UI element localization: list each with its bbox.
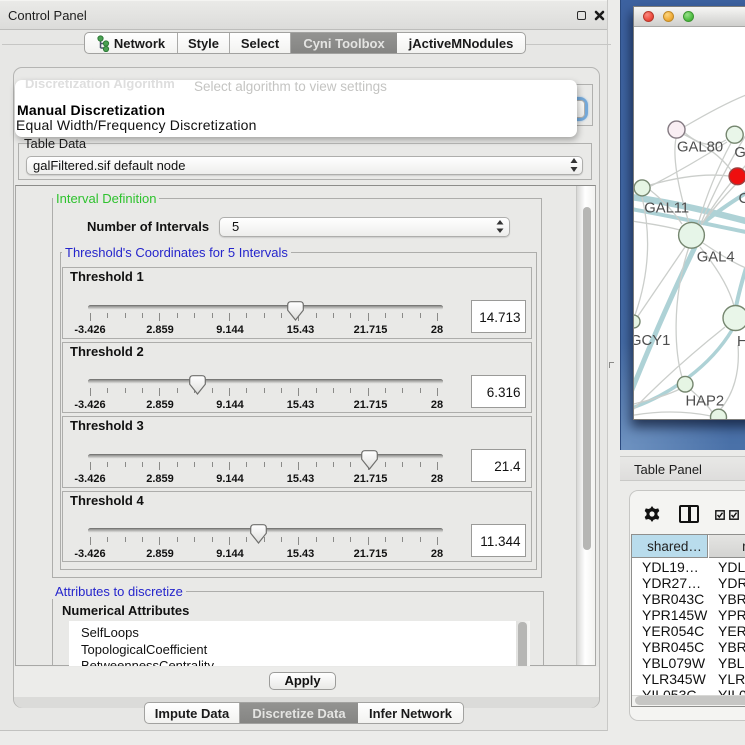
svg-text:H: H xyxy=(737,334,745,350)
svg-text:C: C xyxy=(739,191,745,207)
svg-text:HAP2: HAP2 xyxy=(686,393,725,409)
svg-text:GA: GA xyxy=(734,145,745,161)
svg-text:GCY1: GCY1 xyxy=(634,333,670,349)
svg-text:GAL80: GAL80 xyxy=(677,140,723,156)
svg-text:GAL11: GAL11 xyxy=(644,201,689,217)
svg-text:GAL4: GAL4 xyxy=(697,250,735,266)
